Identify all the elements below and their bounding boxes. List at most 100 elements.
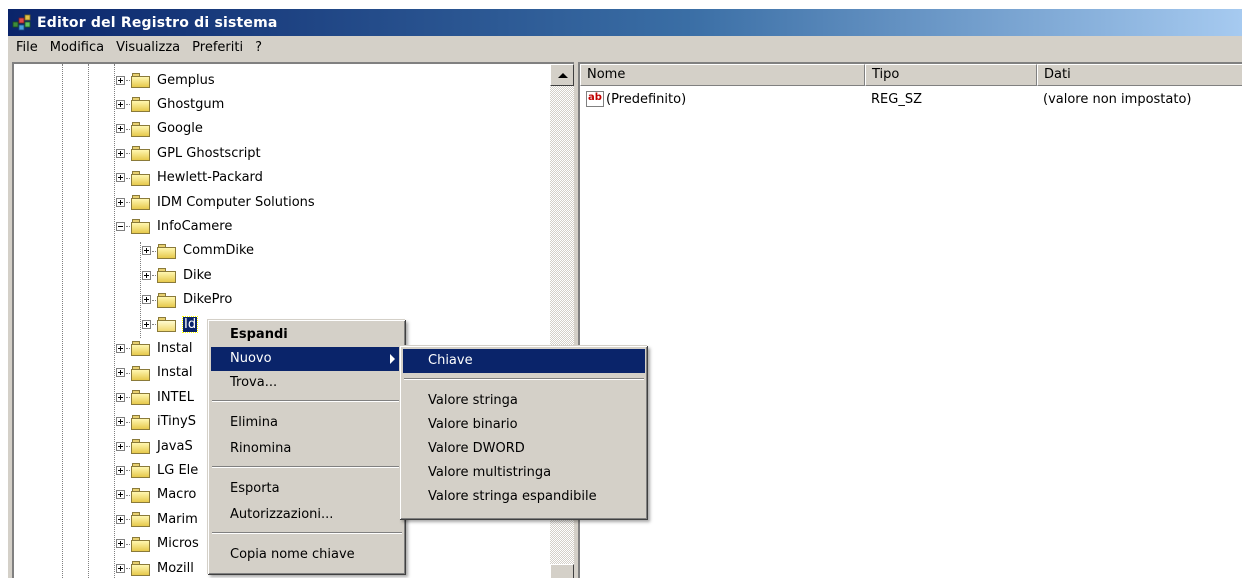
folder-icon <box>131 414 151 430</box>
folder-icon <box>131 462 151 479</box>
menu-separator <box>212 532 402 534</box>
folder-icon <box>131 560 151 576</box>
tree-guide-line <box>114 64 115 578</box>
tree-item-label: Mozill <box>157 560 194 576</box>
window-title: Editor del Registro di sistema <box>37 14 278 31</box>
expand-plus-icon[interactable] <box>142 319 151 329</box>
menu-separator <box>404 378 644 380</box>
menu-rinomina[interactable]: Rinomina <box>211 437 403 461</box>
tree-item[interactable]: Gemplus <box>116 68 215 92</box>
submenu-valore-dword[interactable]: Valore DWORD <box>403 437 645 461</box>
value-name: (Predefinito) <box>606 91 687 107</box>
expand-plus-icon[interactable] <box>116 173 125 183</box>
tree-item-label: Gemplus <box>157 72 215 88</box>
tree-item[interactable]: iTinyS <box>116 410 196 434</box>
expand-plus-icon[interactable] <box>116 197 125 207</box>
tree-item[interactable]: JavaS <box>116 434 193 458</box>
expand-plus-icon[interactable] <box>116 99 125 109</box>
expand-plus-icon[interactable] <box>116 514 125 524</box>
tree-item[interactable]: GPL Ghostscript <box>116 141 261 165</box>
tree-item[interactable]: Dike <box>142 263 212 287</box>
expand-plus-icon[interactable] <box>142 246 151 256</box>
tree-item[interactable]: InfoCamere <box>116 214 232 238</box>
menu-visualizza[interactable]: Visualizza <box>110 36 186 60</box>
tree-item-label: Ghostgum <box>157 96 225 112</box>
submenu-valore-multistringa[interactable]: Valore multistringa <box>403 461 645 485</box>
value-row[interactable]: ab (Predefinito) REG_SZ (valore non impo… <box>580 88 1242 110</box>
menu-elimina[interactable]: Elimina <box>211 411 403 435</box>
tree-item[interactable]: Marim <box>116 507 198 531</box>
menu-separator <box>212 466 402 468</box>
column-header-nome[interactable]: Nome <box>580 64 865 86</box>
expand-plus-icon[interactable] <box>116 539 125 549</box>
tree-item[interactable]: Micros <box>116 532 199 556</box>
tree-item[interactable]: INTEL <box>116 385 194 409</box>
expand-plus-icon[interactable] <box>116 343 125 353</box>
tree-item[interactable]: Id <box>142 312 199 336</box>
menu-preferiti[interactable]: Preferiti <box>186 36 249 60</box>
menu-esporta[interactable]: Esporta <box>211 477 403 501</box>
tree-item[interactable]: Instal <box>116 336 193 360</box>
scroll-thumb[interactable] <box>550 564 574 578</box>
expand-plus-icon[interactable] <box>116 392 125 402</box>
folder-icon <box>131 340 151 357</box>
tree-guide-line <box>140 242 141 338</box>
submenu-arrow-icon <box>390 354 395 364</box>
expand-plus-icon[interactable] <box>116 490 125 500</box>
menu-espandi[interactable]: Espandi <box>211 323 403 347</box>
tree-item-label: iTinyS <box>157 414 196 430</box>
folder-icon <box>131 194 151 210</box>
tree-guide-line <box>88 64 89 578</box>
menu-file[interactable]: File <box>10 36 44 60</box>
expand-plus-icon[interactable] <box>142 295 151 305</box>
submenu-chiave[interactable]: Chiave <box>403 349 645 373</box>
tree-item[interactable]: Google <box>116 117 203 141</box>
expand-plus-icon[interactable] <box>116 368 125 378</box>
expand-plus-icon[interactable] <box>116 563 125 573</box>
tree-item[interactable]: Mozill <box>116 556 194 578</box>
menu-separator <box>212 400 402 402</box>
tree-item-label: IDM Computer Solutions <box>157 194 315 210</box>
title-bar[interactable]: Editor del Registro di sistema <box>8 9 1242 36</box>
tree-item[interactable]: LG Ele <box>116 458 198 482</box>
tree-item-label: LG Ele <box>157 462 199 478</box>
tree-item-label: JavaS <box>157 438 193 454</box>
tree-item[interactable]: DikePro <box>142 288 232 312</box>
tree-item[interactable]: Macro <box>116 483 196 507</box>
expand-plus-icon[interactable] <box>142 270 151 280</box>
expand-plus-icon[interactable] <box>116 75 125 85</box>
column-header-tipo[interactable]: Tipo <box>865 64 1037 86</box>
expand-plus-icon[interactable] <box>116 148 125 158</box>
folder-icon <box>131 487 151 503</box>
expand-plus-icon[interactable] <box>116 441 125 451</box>
submenu-valore-stringa[interactable]: Valore stringa <box>403 389 645 413</box>
folder-icon <box>131 72 151 88</box>
column-header-dati[interactable]: Dati <box>1037 64 1242 86</box>
folder-icon <box>131 218 151 235</box>
menu-trova[interactable]: Trova... <box>211 371 403 395</box>
ab-glyph: ab <box>588 92 602 103</box>
tree-item[interactable]: IDM Computer Solutions <box>116 190 315 214</box>
tree-item[interactable]: Ghostgum <box>116 92 224 116</box>
submenu-valore-stringa-espandibile[interactable]: Valore stringa espandibile <box>403 485 645 509</box>
menu-autorizzazioni[interactable]: Autorizzazioni... <box>211 503 403 527</box>
menu-nuovo-label: Nuovo <box>230 351 272 366</box>
tree-item[interactable]: CommDike <box>142 239 254 263</box>
expand-plus-icon[interactable] <box>116 417 125 427</box>
menu-modifica[interactable]: Modifica <box>44 36 110 60</box>
menu-help[interactable]: ? <box>249 36 268 60</box>
tree-item[interactable]: Hewlett-Packard <box>116 166 263 190</box>
values-list-pane[interactable]: Nome Tipo Dati ab (Predefinito) REG_SZ (… <box>578 62 1242 578</box>
expand-plus-icon[interactable] <box>116 124 125 134</box>
collapse-minus-icon[interactable] <box>116 221 125 231</box>
new-submenu: Chiave Valore stringa Valore binario Val… <box>399 345 647 519</box>
folder-icon <box>131 365 151 381</box>
folder-icon <box>157 292 177 308</box>
menu-copia-nome-chiave[interactable]: Copia nome chiave <box>211 543 403 567</box>
expand-plus-icon[interactable] <box>116 465 125 475</box>
submenu-valore-binario[interactable]: Valore binario <box>403 413 645 437</box>
tree-item[interactable]: Instal <box>116 361 193 385</box>
menu-nuovo[interactable]: Nuovo <box>211 347 403 371</box>
scroll-up-button[interactable] <box>550 64 574 86</box>
open-folder-icon <box>157 316 177 332</box>
